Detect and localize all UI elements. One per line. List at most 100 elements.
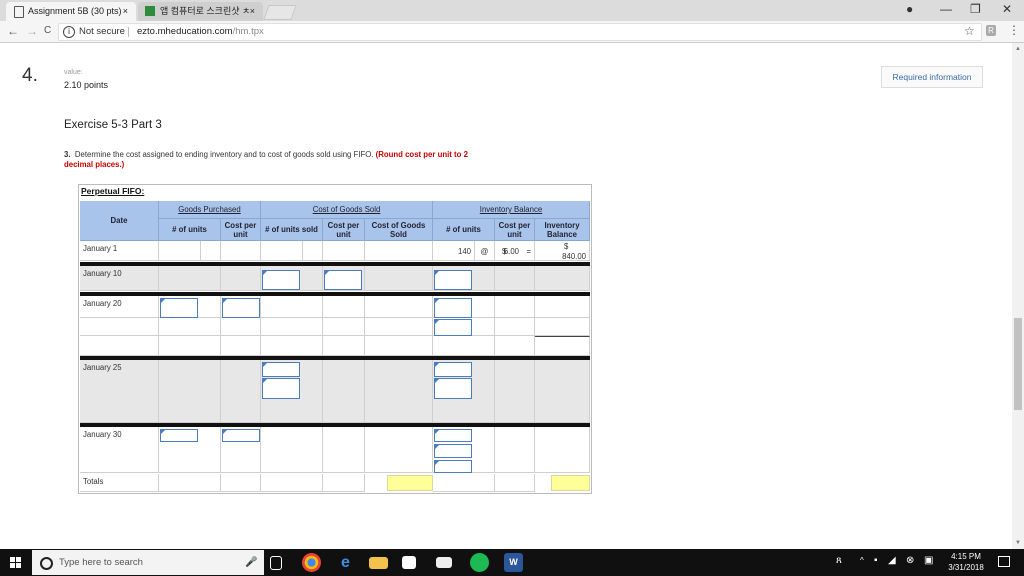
edge-icon[interactable]: e — [336, 553, 355, 572]
jan20-cost-per-unit-input[interactable] — [222, 298, 260, 318]
security-label: Not secure — [79, 26, 125, 37]
tab-title: 앱 컴퓨터로 스크린샷 ㅊ — [160, 6, 251, 16]
jan10-units-sold-input[interactable] — [262, 270, 300, 290]
new-tab-button[interactable] — [263, 5, 297, 20]
total-inventory-field[interactable] — [551, 475, 590, 491]
table-cell — [495, 296, 535, 318]
chevron-up-icon[interactable]: ^ — [860, 556, 864, 565]
table-cell — [201, 241, 221, 261]
tab-close-icon[interactable]: × — [123, 2, 128, 21]
table-cell — [221, 318, 261, 336]
restore-button[interactable]: ❐ — [970, 2, 981, 16]
jan30-units-input[interactable] — [160, 429, 198, 442]
volume-icon[interactable]: ◢ — [888, 555, 896, 566]
table-cell — [495, 427, 535, 473]
network-icon[interactable]: ▪ — [874, 555, 878, 566]
jan30-cost-per-unit-input[interactable] — [222, 429, 260, 442]
jan25-inv-units-input-2[interactable] — [434, 378, 472, 399]
store-icon[interactable] — [402, 556, 416, 569]
table-cell — [323, 336, 365, 356]
jan20-units-input[interactable] — [160, 298, 198, 318]
browser-tab-bar: Assignment 5B (30 pts) × 앱 컴퓨터로 스크린샷 ㅊ ×… — [0, 0, 1024, 21]
total-cogs-field[interactable] — [387, 475, 433, 491]
app-icon — [145, 6, 155, 16]
jan10-inv-units-input[interactable] — [434, 270, 472, 290]
header-cogs-units: # of units sold — [261, 219, 323, 241]
jan30-inv-units-input-3[interactable] — [434, 460, 472, 473]
table-cell — [221, 360, 261, 423]
microphone-icon[interactable]: 🎤 — [245, 550, 257, 575]
jan20-inv-units-input-2[interactable] — [434, 319, 472, 336]
file-explorer-icon[interactable] — [369, 557, 388, 569]
scrollbar-thumb[interactable] — [1014, 318, 1022, 410]
jan10-cost-per-unit-input[interactable] — [324, 270, 362, 290]
table-cell — [365, 241, 433, 261]
jan1-balance-dollar: $ — [564, 242, 569, 251]
back-button[interactable]: ← — [7, 24, 19, 38]
worksheet-title: Perpetual FIFO: — [81, 186, 145, 196]
jan20-inv-units-input-1[interactable] — [434, 298, 472, 318]
extension-icon[interactable]: R — [986, 25, 996, 36]
chrome-icon[interactable] — [302, 553, 321, 572]
forward-button[interactable]: → — [26, 24, 38, 38]
table-cell — [495, 266, 535, 291]
table-cell — [365, 427, 433, 473]
reload-button[interactable]: C — [44, 25, 51, 36]
scroll-up-icon[interactable]: ▲ — [1015, 46, 1021, 52]
jan25-units-sold-input-2[interactable] — [262, 378, 300, 399]
table-cell — [159, 241, 201, 261]
taskbar-search-box[interactable]: Type here to search 🎤 — [32, 550, 264, 575]
jan30-inv-units-input-1[interactable] — [434, 429, 472, 442]
header-cost-of-goods-sold: Cost of Goods Sold — [261, 201, 433, 219]
required-information-button[interactable]: Required information — [881, 66, 983, 88]
tab-close-icon[interactable]: × — [250, 2, 255, 21]
menu-icon[interactable]: ⋮ — [1008, 23, 1020, 37]
task-view-icon[interactable] — [270, 556, 282, 570]
table-cell — [221, 266, 261, 291]
table-cell — [535, 427, 590, 473]
scroll-down-icon[interactable]: ▼ — [1015, 540, 1021, 546]
windows-start-icon[interactable] — [10, 557, 21, 568]
person-icon[interactable]: ጸ — [836, 555, 842, 566]
table-cell — [323, 241, 365, 261]
jan1-equals: = — [526, 247, 531, 256]
jan30-inv-units-input-2[interactable] — [434, 444, 472, 458]
instruction-number: 3. — [64, 150, 71, 159]
divider — [128, 27, 129, 37]
tab-assignment[interactable]: Assignment 5B (30 pts) × — [6, 2, 136, 21]
minimize-button[interactable]: — — [940, 2, 952, 16]
address-bar: ← → C i Not secure ezto.mheducation.com/… — [0, 21, 1024, 43]
table-cell — [80, 318, 159, 336]
close-window-button[interactable]: ✕ — [1002, 2, 1012, 16]
tab-screenshot[interactable]: 앱 컴퓨터로 스크린샷 ㅊ × — [138, 2, 263, 21]
table-cell — [495, 318, 535, 336]
table-cell — [365, 296, 433, 318]
header-gp-units: # of units — [159, 219, 221, 241]
url-field[interactable]: i Not secure ezto.mheducation.com/hm.tpx — [58, 23, 982, 41]
instruction-text: Determine the cost assigned to ending in… — [74, 150, 374, 159]
pen-icon[interactable]: ⊗ — [906, 555, 914, 566]
bookmark-star-icon[interactable]: ☆ — [964, 24, 975, 38]
word-icon[interactable]: W — [504, 553, 523, 572]
language-icon[interactable]: ▣ — [924, 555, 933, 566]
jan25-units-sold-input-1[interactable] — [262, 362, 300, 377]
date-january-10: January 10 — [80, 266, 159, 291]
table-cell — [159, 360, 221, 423]
page-icon — [14, 6, 24, 18]
spotify-icon[interactable] — [470, 553, 489, 572]
table-cell — [495, 360, 535, 423]
page-scrollbar[interactable]: ▲ ▼ — [1012, 43, 1024, 549]
info-icon[interactable]: i — [63, 26, 75, 38]
header-goods-purchased: Goods Purchased — [159, 201, 261, 219]
table-cell — [323, 360, 365, 423]
header-inv-units: # of units — [433, 219, 495, 241]
totals-label: Totals — [80, 474, 159, 492]
system-clock[interactable]: 4:15 PM 3/31/2018 — [944, 551, 988, 573]
jan25-inv-units-input-1[interactable] — [434, 362, 472, 377]
table-cell — [303, 241, 323, 261]
profile-icon[interactable]: ● — [906, 2, 913, 16]
notification-icon[interactable] — [998, 556, 1010, 567]
table-cell — [535, 266, 590, 291]
table-cell — [261, 336, 323, 356]
mail-icon[interactable] — [436, 557, 452, 568]
